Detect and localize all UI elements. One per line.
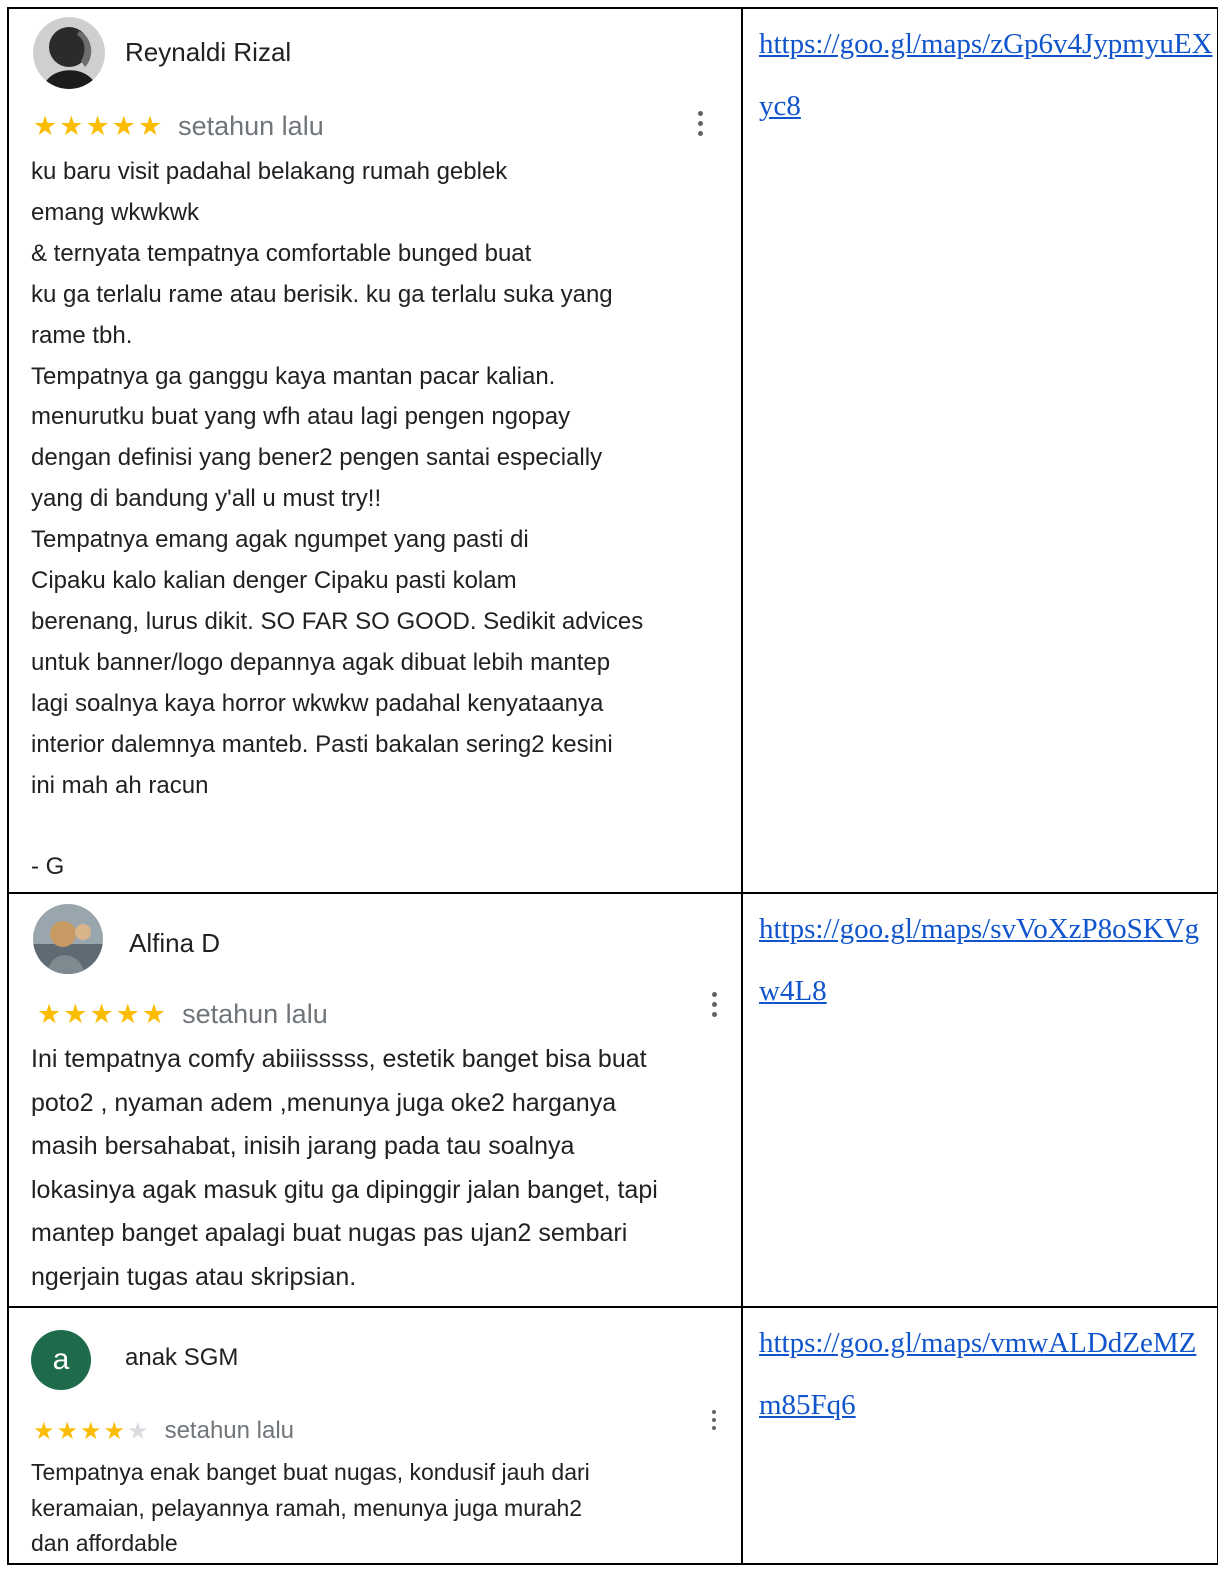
star-rating: ★ ★ ★ ★ ★ — [33, 111, 164, 142]
review-text: Tempatnya enak banget buat nugas, kondus… — [31, 1459, 590, 1556]
more-options-icon[interactable] — [712, 1410, 716, 1430]
rating-row: ★ ★ ★ ★ ★ setahun lalu — [37, 997, 328, 1031]
star-icon: ★ — [37, 998, 64, 1029]
star-icon: ★ — [141, 998, 169, 1029]
avatar[interactable]: a — [31, 1330, 91, 1390]
star-icon: ★ — [33, 110, 60, 141]
map-link[interactable]: https://goo.gl/maps/zGp6v4JypmyuEXyc8 — [759, 13, 1217, 137]
star-icon: ★ — [103, 1417, 128, 1445]
avatar[interactable] — [33, 904, 103, 974]
table-row: Alfina D ★ ★ ★ ★ ★ setahun lalu Ini tempatny… — [7, 892, 1218, 1308]
review-text: ku baru visit padahal belakang rumah geb… — [31, 158, 644, 881]
review-cell: Reynaldi Rizal ★ ★ ★ ★ ★ setahun lalu ku bar… — [7, 7, 743, 894]
link-cell: https://goo.gl/maps/svVoXzP8oSKVgw4L8 — [741, 892, 1218, 1308]
star-icon: ★ — [59, 110, 86, 141]
review-card: a anak SGM ★ ★ ★ ★ ★ setahun lalu Tempatnya … — [9, 1308, 741, 1563]
review-cell: a anak SGM ★ ★ ★ ★ ★ setahun lalu Tempatnya … — [7, 1306, 743, 1565]
star-icon: ★ — [56, 1417, 81, 1445]
star-icon: ★ — [115, 998, 142, 1029]
review-card: Alfina D ★ ★ ★ ★ ★ setahun lalu Ini tempatny… — [9, 894, 741, 1306]
more-options-icon[interactable] — [698, 111, 703, 136]
table-row: a anak SGM ★ ★ ★ ★ ★ setahun lalu Tempatnya … — [7, 1306, 1218, 1565]
review-time: setahun lalu — [182, 998, 328, 1029]
star-empty-icon: ★ — [127, 1417, 151, 1445]
reviewer-name[interactable]: Alfina D — [129, 928, 220, 959]
reviewer-name[interactable]: Reynaldi Rizal — [125, 37, 291, 68]
review-cell: Alfina D ★ ★ ★ ★ ★ setahun lalu Ini tempatny… — [7, 892, 743, 1308]
review-card: Reynaldi Rizal ★ ★ ★ ★ ★ setahun lalu ku bar… — [9, 9, 741, 892]
star-icon: ★ — [33, 1417, 57, 1445]
avatar-letter: a — [52, 1343, 70, 1376]
star-icon: ★ — [85, 110, 112, 141]
star-icon: ★ — [137, 110, 165, 141]
rating-row: ★ ★ ★ ★ ★ setahun lalu — [33, 1416, 294, 1446]
review-text: Ini tempatnya comfy abiiisssss, estetik … — [31, 1045, 658, 1291]
table-row: Reynaldi Rizal ★ ★ ★ ★ ★ setahun lalu ku bar… — [7, 7, 1218, 894]
star-rating: ★ ★ ★ ★ ★ — [37, 999, 168, 1030]
map-link[interactable]: https://goo.gl/maps/vmwALDdZeMZm85Fq6 — [759, 1312, 1217, 1436]
avatar-photo-icon — [33, 17, 105, 89]
rating-row: ★ ★ ★ ★ ★ setahun lalu — [33, 109, 324, 143]
avatar-photo-icon — [33, 904, 103, 974]
reviews-table: Reynaldi Rizal ★ ★ ★ ★ ★ setahun lalu ku bar… — [7, 7, 1218, 1565]
review-time: setahun lalu — [178, 110, 324, 141]
star-icon: ★ — [111, 110, 138, 141]
more-options-icon[interactable] — [712, 992, 717, 1017]
reviewer-name[interactable]: anak SGM — [125, 1344, 238, 1372]
star-icon: ★ — [63, 998, 90, 1029]
map-link[interactable]: https://goo.gl/maps/svVoXzP8oSKVgw4L8 — [759, 898, 1217, 1022]
avatar[interactable] — [33, 17, 105, 89]
link-cell: https://goo.gl/maps/vmwALDdZeMZm85Fq6 — [741, 1306, 1218, 1565]
star-rating: ★ ★ ★ ★ ★ — [33, 1417, 151, 1446]
review-time: setahun lalu — [164, 1417, 295, 1444]
star-icon: ★ — [80, 1417, 104, 1445]
link-cell: https://goo.gl/maps/zGp6v4JypmyuEXyc8 — [741, 7, 1218, 894]
star-icon: ★ — [89, 998, 116, 1029]
